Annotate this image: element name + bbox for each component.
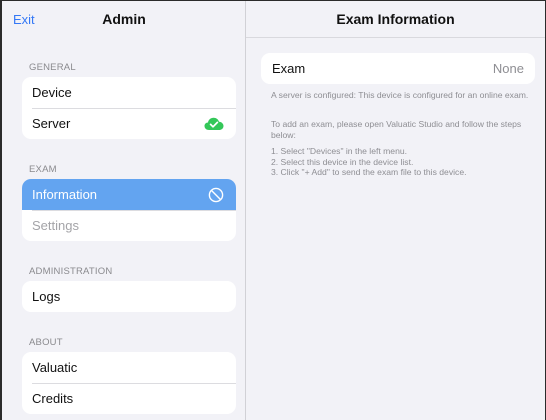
section-label-exam: EXAM [29, 164, 57, 175]
sidebar-item-logs[interactable]: Logs [22, 281, 236, 312]
step-item: 2. Select this device in the device list… [271, 156, 414, 167]
sidebar-item-label: Information [32, 187, 98, 202]
sidebar-header: Exit Admin [2, 1, 245, 37]
cloud-check-icon [204, 117, 224, 131]
sidebar-item-settings[interactable]: Settings [22, 210, 236, 241]
instructions-note: To add an exam, please open Valuatic Stu… [271, 119, 531, 140]
sidebar-item-information[interactable]: Information [22, 179, 236, 210]
sidebar-item-label: Valuatic [32, 360, 78, 375]
sidebar-item-valuatic[interactable]: Valuatic [22, 352, 236, 383]
group-about: Valuatic Credits [22, 352, 236, 414]
sidebar-item-label: Credits [32, 391, 74, 406]
server-note-text: A server is configured: This device is c… [271, 90, 529, 100]
section-label-administration: ADMINISTRATION [29, 266, 113, 277]
instructions-intro: To add an exam, please open Valuatic Stu… [271, 119, 522, 140]
exam-info-row: Exam None [261, 53, 535, 84]
page-title: Exam Information [336, 11, 455, 27]
sidebar-item-device[interactable]: Device [22, 77, 236, 108]
steps-list: 1. Select "Devices" in the left menu. 2.… [271, 146, 531, 178]
exam-value: None [492, 61, 524, 76]
detail-pane: Exam Information Exam None A server is c… [246, 1, 545, 420]
section-label-general: GENERAL [29, 62, 76, 73]
group-exam: Information Settings [22, 179, 236, 241]
sidebar-item-credits[interactable]: Credits [22, 383, 236, 414]
sidebar-item-label: Device [32, 85, 72, 100]
sidebar: Exit Admin GENERAL Device Server EXAM In… [2, 1, 246, 420]
step-item: 1. Select "Devices" in the left menu. [271, 146, 408, 156]
step-item: 3. Click "+ Add" to send the exam file t… [271, 167, 467, 177]
prohibited-icon [208, 187, 224, 203]
group-general: Device Server [22, 77, 236, 139]
header-divider [246, 37, 545, 38]
group-administration: Logs [22, 281, 236, 312]
sidebar-title: Admin [102, 11, 146, 27]
sidebar-item-label: Settings [32, 218, 79, 233]
section-label-about: ABOUT [29, 337, 63, 348]
server-note: A server is configured: This device is c… [271, 90, 531, 101]
sidebar-item-server[interactable]: Server [22, 108, 236, 139]
sidebar-item-label: Logs [32, 289, 61, 304]
exam-label: Exam [272, 61, 306, 76]
app-window: Exit Admin GENERAL Device Server EXAM In… [0, 0, 546, 420]
sidebar-item-label: Server [32, 116, 71, 131]
